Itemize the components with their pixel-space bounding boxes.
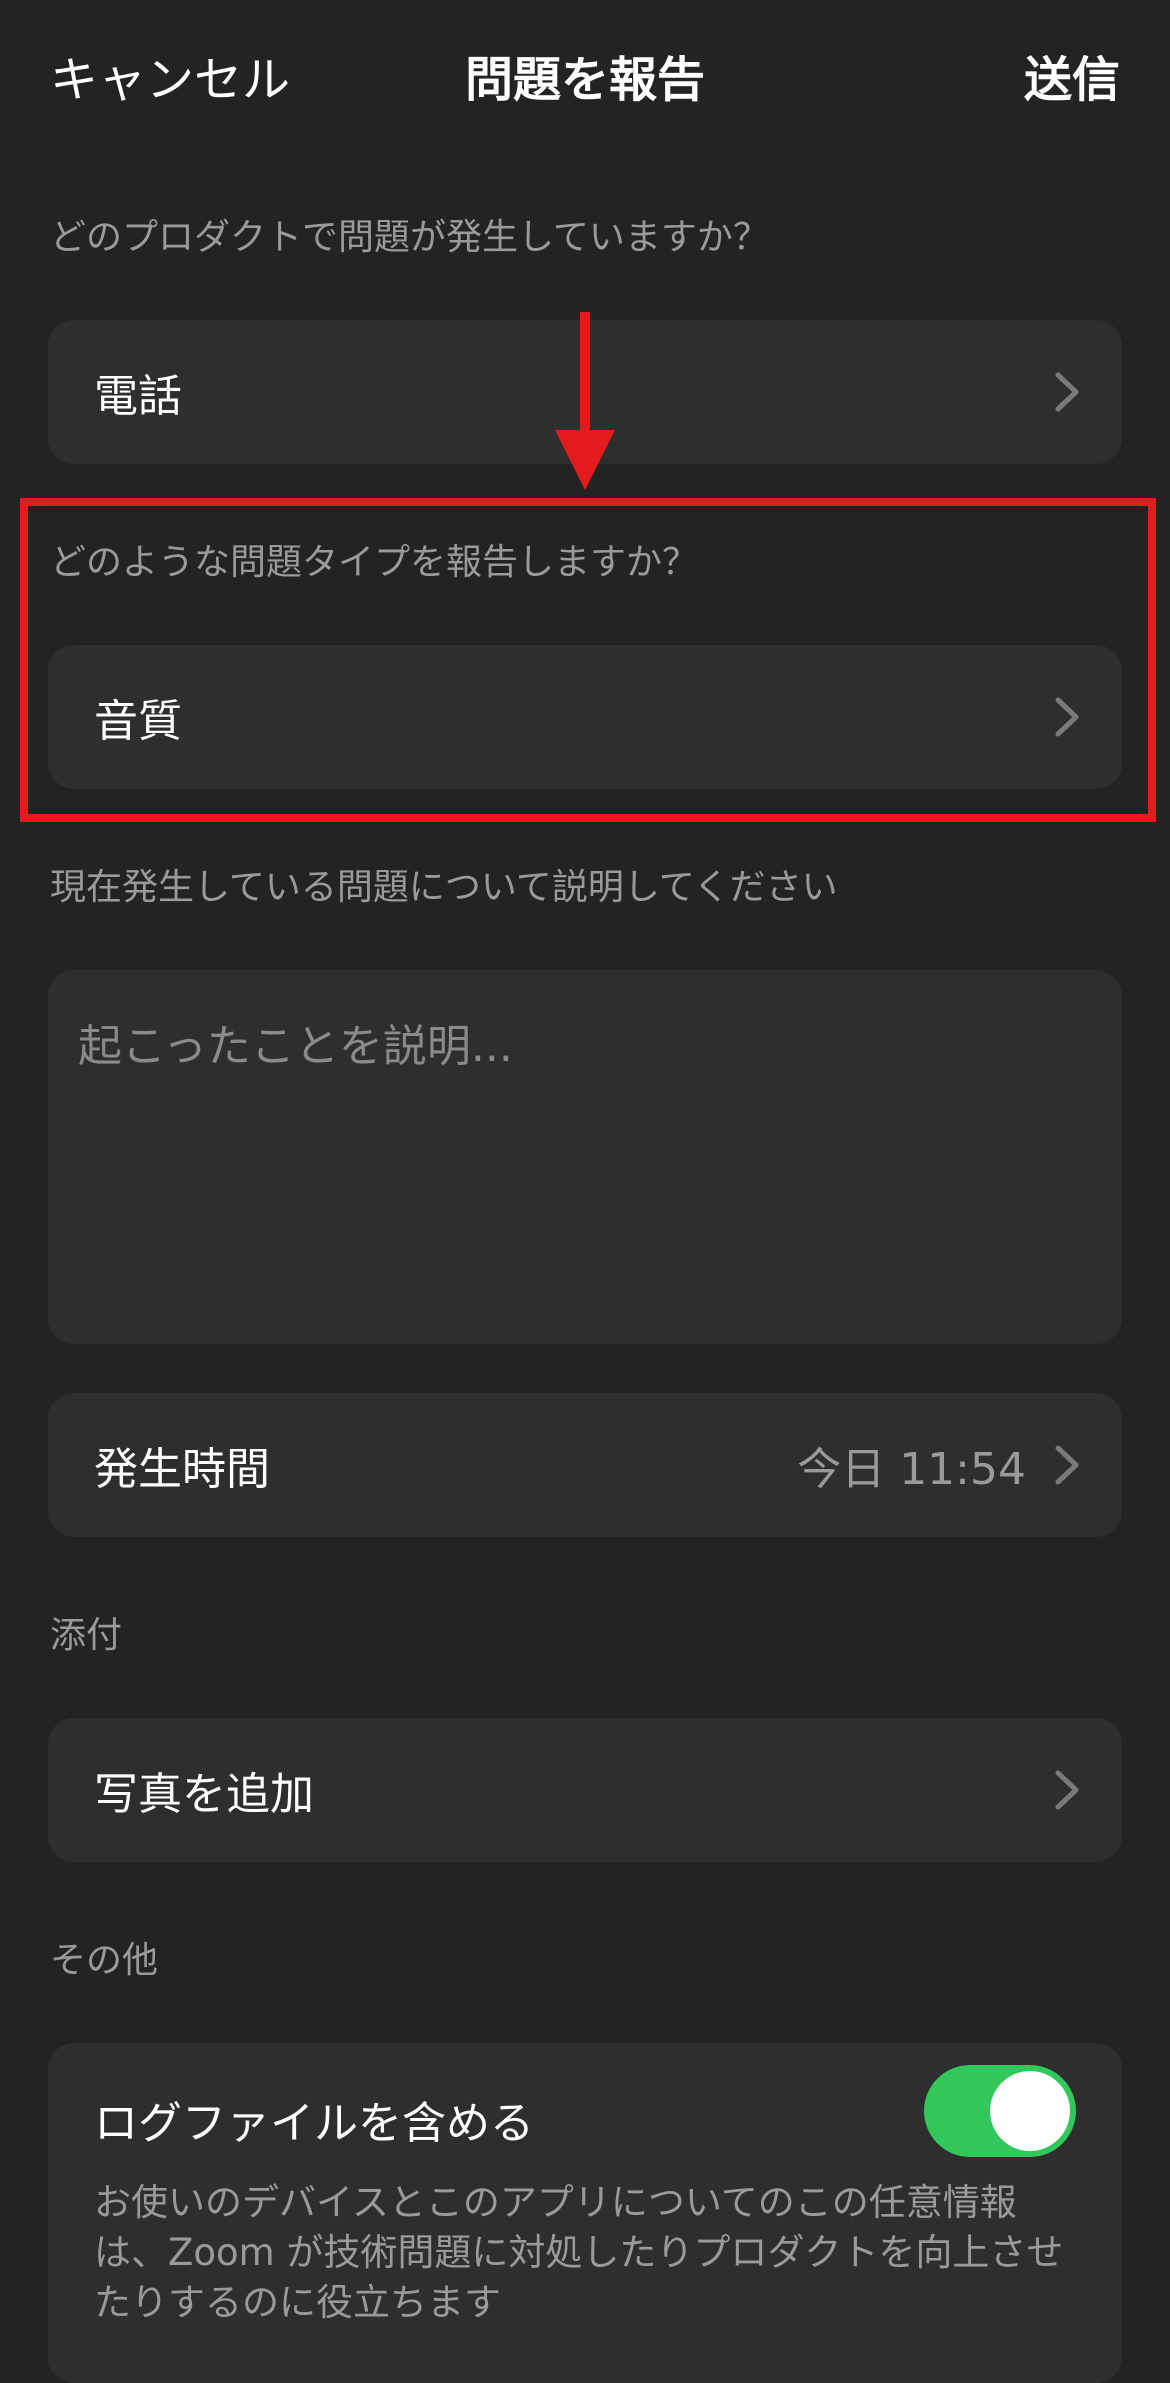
product-value: 電話 — [94, 371, 182, 422]
navigation-bar: キャンセル 問題を報告 送信 — [0, 0, 1170, 150]
description-placeholder: 起こったことを説明... — [78, 1021, 513, 1072]
chevron-right-icon — [1055, 372, 1079, 412]
product-question-label: どのプロダクトで問題が発生していますか？ — [50, 217, 769, 258]
red-arrow-annotation — [555, 312, 615, 490]
include-logs-description: お使いのデバイスとこのアプリについてのこの任意情報は、Zoom が技術問題に対処… — [94, 2181, 1064, 2324]
occurrence-time-value: 今日 11:54 — [797, 1444, 1026, 1495]
chevron-right-icon — [1055, 1445, 1079, 1485]
issue-type-value: 音質 — [94, 696, 182, 747]
send-button[interactable]: 送信 — [1024, 40, 1120, 110]
chevron-right-icon — [1055, 697, 1079, 737]
include-logs-card: ログファイルを含める お使いのデバイスとこのアプリについてのこの任意情報は、Zo… — [48, 2043, 1122, 2383]
occurrence-time-row[interactable]: 発生時間 今日 11:54 — [48, 1393, 1122, 1537]
page-title: 問題を報告 — [464, 52, 705, 108]
include-logs-toggle[interactable] — [924, 2065, 1076, 2157]
issue-type-question-label: どのような問題タイプを報告しますか？ — [50, 542, 699, 583]
description-textarea[interactable]: 起こったことを説明... — [48, 970, 1122, 1344]
add-photo-row[interactable]: 写真を追加 — [48, 1718, 1122, 1862]
attachments-section-label: 添付 — [50, 1615, 123, 1656]
occurrence-time-label: 発生時間 — [94, 1444, 270, 1495]
other-section-label: その他 — [50, 1940, 159, 1981]
issue-type-select-row[interactable]: 音質 — [48, 645, 1122, 789]
toggle-knob — [990, 2071, 1070, 2151]
add-photo-label: 写真を追加 — [94, 1769, 314, 1820]
chevron-right-icon — [1055, 1770, 1079, 1810]
include-logs-label: ログファイルを含める — [94, 2098, 534, 2149]
description-question-label: 現在発生している問題について説明してください — [50, 867, 838, 908]
